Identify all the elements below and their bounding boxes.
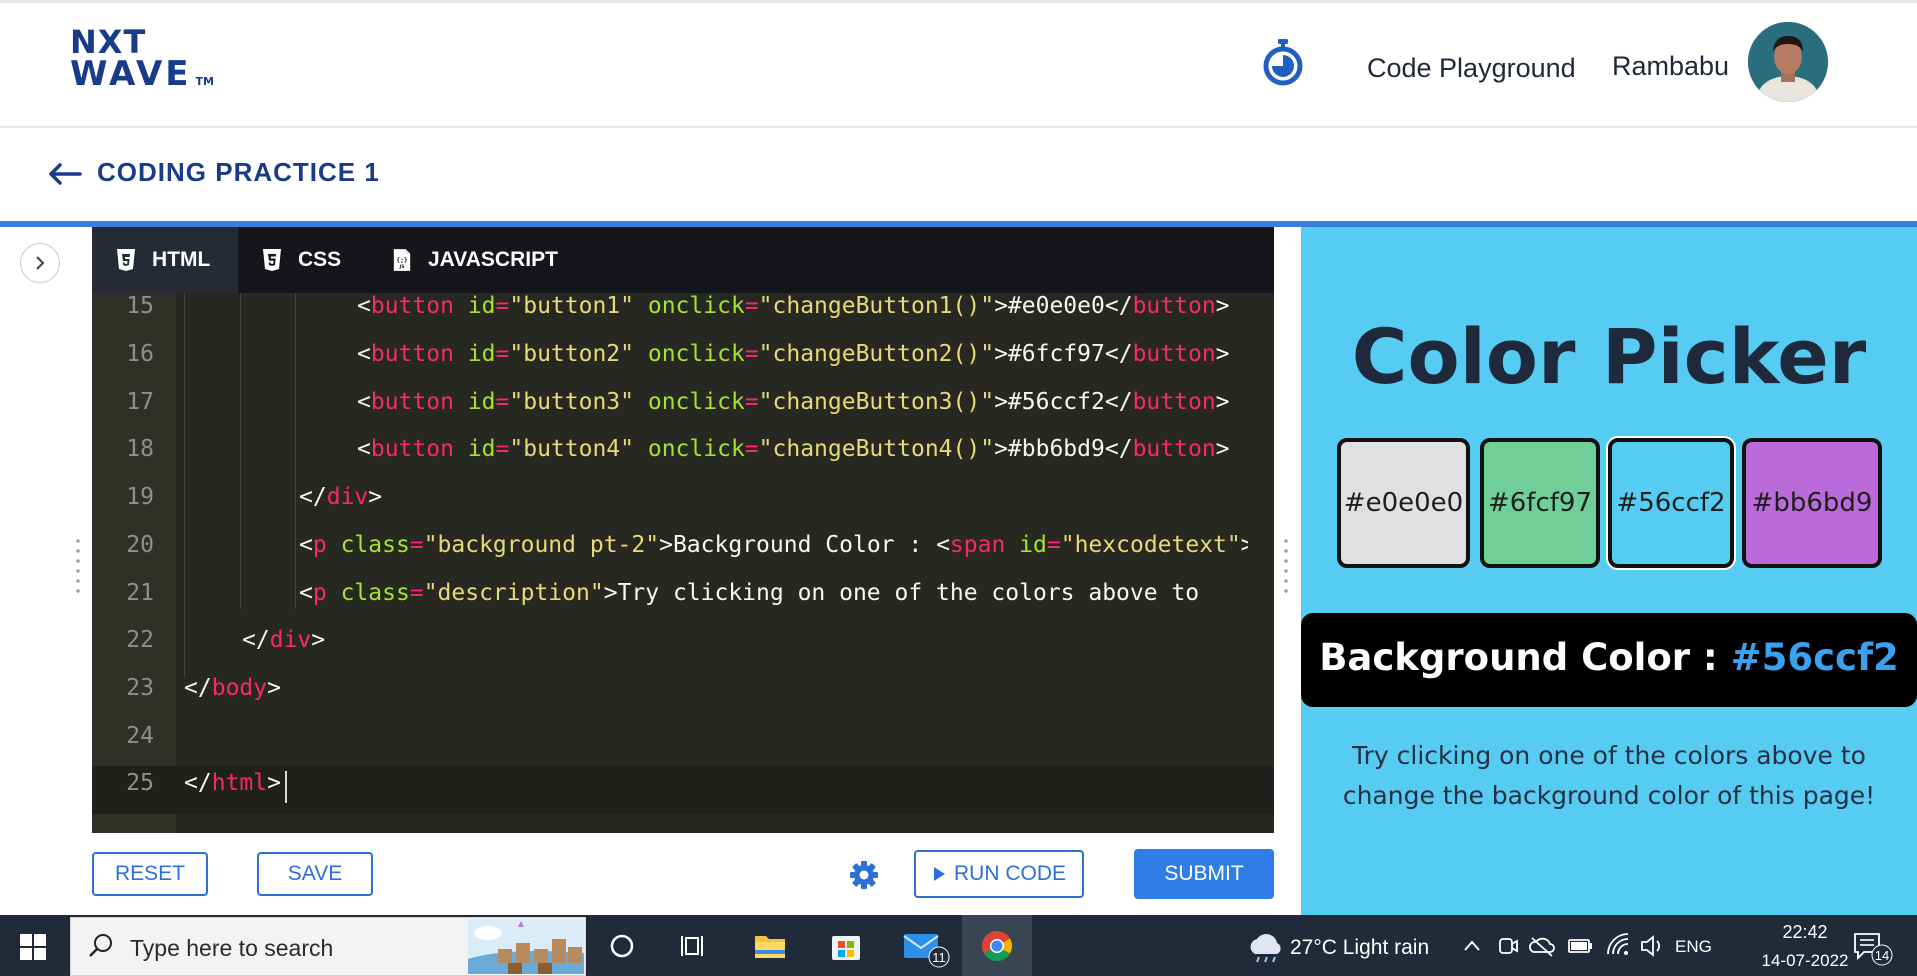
tab-html[interactable]: HTML bbox=[92, 227, 238, 293]
notification-center-icon[interactable]: 14 bbox=[1852, 928, 1896, 966]
line-number: 20 bbox=[126, 532, 154, 558]
search-highlight-illustration bbox=[468, 919, 584, 974]
color-picker-heading: Color Picker bbox=[1351, 312, 1867, 401]
stopwatch-icon[interactable] bbox=[1262, 38, 1304, 86]
mail-badge: 11 bbox=[932, 950, 946, 965]
code-line[interactable]: <button id="button1" onclick="changeButt… bbox=[184, 292, 1248, 320]
code-line[interactable]: </body> bbox=[184, 674, 1248, 702]
tab-javascript[interactable]: {;} JS JAVASCRIPT bbox=[392, 227, 572, 293]
svg-text:{;}: {;} bbox=[396, 257, 408, 264]
line-number: 22 bbox=[126, 627, 154, 653]
mail-icon[interactable]: 11 bbox=[902, 928, 952, 968]
expand-panel-button[interactable] bbox=[20, 243, 60, 283]
description-text: Try clicking on one of the colors above … bbox=[1342, 741, 1876, 810]
left-resize-handle[interactable] bbox=[76, 536, 80, 596]
color-button-3[interactable]: #56ccf2 bbox=[1608, 438, 1734, 568]
line-number: 24 bbox=[126, 723, 154, 749]
chevron-up-icon[interactable] bbox=[1460, 928, 1484, 964]
code-line[interactable]: </html> bbox=[184, 769, 1248, 797]
onedrive-off-icon[interactable] bbox=[1528, 928, 1556, 964]
code-line[interactable]: <button id="button2" onclick="changeButt… bbox=[184, 340, 1248, 368]
settings-gear-icon[interactable] bbox=[848, 859, 880, 891]
line-number: 25 bbox=[126, 770, 154, 796]
html5-icon bbox=[116, 247, 136, 273]
battery-icon[interactable] bbox=[1566, 928, 1594, 964]
code-line[interactable]: </div> bbox=[184, 483, 1248, 511]
line-number: 23 bbox=[126, 675, 154, 701]
language-indicator[interactable]: ENG bbox=[1675, 935, 1712, 959]
color-button-2[interactable]: #6fcf97 bbox=[1480, 438, 1600, 568]
back-arrow-icon[interactable] bbox=[46, 160, 84, 188]
color-button-1[interactable]: #e0e0e0 bbox=[1337, 438, 1470, 568]
background-color-label: Background Color : bbox=[1319, 636, 1731, 679]
line-number: 19 bbox=[126, 484, 154, 510]
chevron-right-icon bbox=[36, 256, 45, 270]
weather-cloud-icon[interactable] bbox=[1245, 928, 1285, 964]
notification-badge: 14 bbox=[1875, 948, 1889, 963]
search-placeholder: Type here to search bbox=[130, 935, 334, 961]
editor-output-resize-handle[interactable] bbox=[1284, 536, 1288, 596]
hex-code-text: #56ccf2 bbox=[1730, 636, 1899, 679]
line-number: 15 bbox=[126, 293, 154, 319]
js-file-icon: {;} JS bbox=[392, 247, 412, 273]
code-line[interactable]: <p class="description">Try clicking on o… bbox=[184, 579, 1248, 607]
text-cursor bbox=[285, 771, 287, 803]
color-button-4[interactable]: #bb6bd9 bbox=[1742, 438, 1882, 568]
task-view-icon[interactable] bbox=[676, 928, 712, 964]
weather-text[interactable]: 27°C Light rain bbox=[1290, 933, 1429, 963]
line-number: 18 bbox=[126, 436, 154, 462]
line-number-gutter bbox=[92, 293, 176, 833]
line-number: 21 bbox=[126, 580, 154, 606]
editor-tab-bar: HTML CSS {;} JS JAVASCRIPT bbox=[92, 227, 1274, 293]
tab-css-label: CSS bbox=[298, 248, 342, 271]
windows-start-icon[interactable] bbox=[20, 934, 46, 960]
play-icon bbox=[933, 867, 945, 881]
run-code-button[interactable]: RUN CODE bbox=[914, 850, 1084, 898]
logo-line-2: WAVE bbox=[70, 54, 192, 94]
submit-button[interactable]: SUBMIT bbox=[1134, 849, 1274, 899]
line-number: 17 bbox=[126, 389, 154, 415]
clock-time[interactable]: 22:42 bbox=[1755, 921, 1855, 943]
user-name[interactable]: Rambabu bbox=[1612, 50, 1729, 82]
practice-title: CODING PRACTICE 1 bbox=[97, 157, 380, 187]
microsoft-store-icon[interactable] bbox=[828, 928, 864, 964]
background-color-text: Background Color : #56ccf2 bbox=[1301, 633, 1917, 683]
file-explorer-icon[interactable] bbox=[752, 928, 788, 964]
line-number: 16 bbox=[126, 341, 154, 367]
volume-icon[interactable] bbox=[1638, 928, 1666, 964]
svg-text:JS: JS bbox=[399, 264, 405, 270]
tab-javascript-label: JAVASCRIPT bbox=[428, 248, 558, 271]
reset-button[interactable]: RESET bbox=[92, 852, 208, 896]
nxtwave-logo[interactable]: NXT WAVE TM bbox=[70, 26, 214, 98]
code-line[interactable]: <p class="background pt-2">Background Co… bbox=[184, 531, 1248, 559]
code-playground-link[interactable]: Code Playground bbox=[1367, 52, 1576, 84]
cortana-icon[interactable] bbox=[604, 928, 640, 964]
tab-css[interactable]: CSS bbox=[262, 227, 382, 293]
search-icon bbox=[86, 931, 116, 961]
tab-html-label: HTML bbox=[152, 248, 211, 271]
chrome-icon[interactable] bbox=[979, 928, 1015, 964]
user-avatar[interactable] bbox=[1748, 22, 1828, 102]
code-line[interactable]: <button id="button3" onclick="changeButt… bbox=[184, 388, 1248, 416]
css3-icon bbox=[262, 247, 282, 273]
run-code-label: RUN CODE bbox=[953, 862, 1066, 885]
logo-tm: TM bbox=[195, 75, 214, 88]
wifi-icon[interactable] bbox=[1604, 928, 1632, 964]
code-line[interactable]: <button id="button4" onclick="changeButt… bbox=[184, 435, 1248, 463]
meet-now-icon[interactable] bbox=[1496, 928, 1520, 964]
code-line[interactable]: </div> bbox=[184, 626, 1248, 654]
save-button[interactable]: SAVE bbox=[257, 852, 373, 896]
